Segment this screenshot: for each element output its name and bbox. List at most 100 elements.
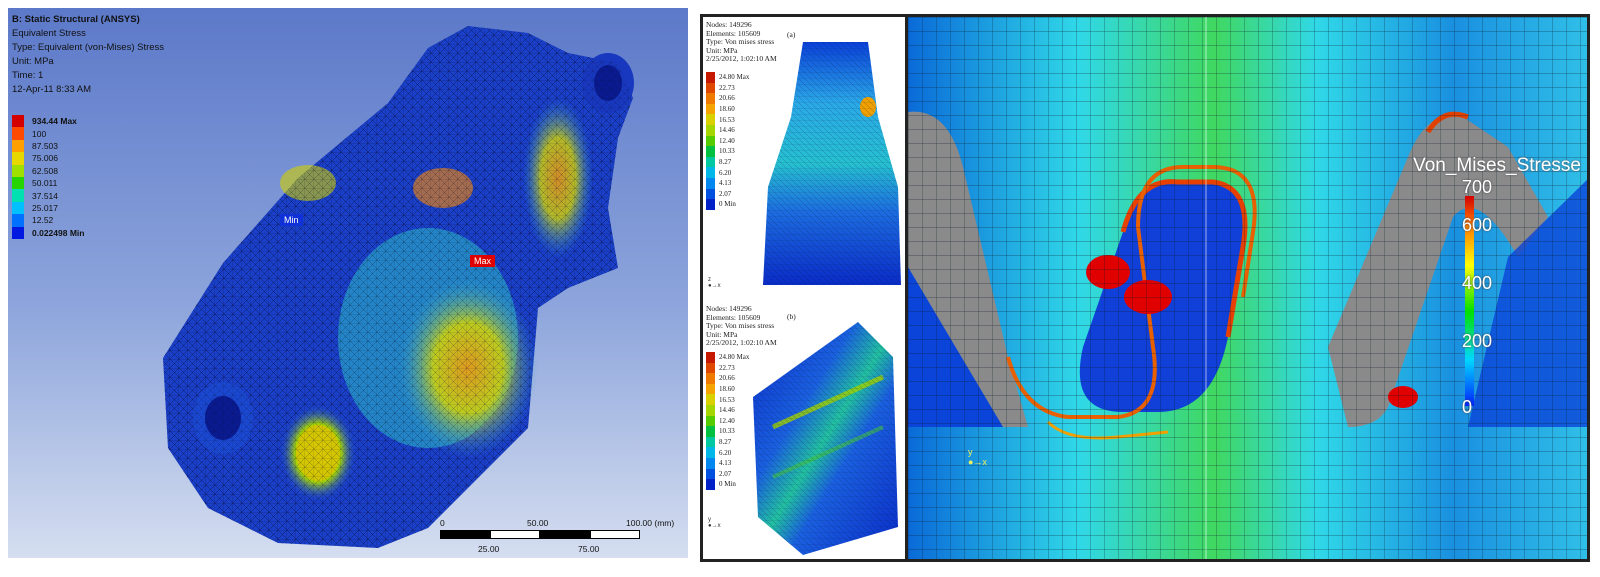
gear-legend-swatch: [706, 404, 715, 416]
gear-legend-label: 20.66: [719, 94, 735, 103]
legend-entry: 37.514: [12, 189, 84, 202]
gear-legend-swatch: [706, 426, 715, 437]
gear-legend-entry: 2.07: [706, 188, 749, 200]
max-probe-tag: Max: [470, 255, 496, 267]
result-unit: Unit: MPa: [12, 56, 54, 67]
gear-legend-swatch: [706, 436, 715, 448]
legend-swatch: [12, 189, 24, 202]
legend-label: 75.006: [32, 153, 58, 164]
legend-entry: 25.017: [12, 201, 84, 215]
legend-swatch: [12, 164, 24, 177]
gear-legend-label: 18.60: [719, 105, 735, 114]
gear-tooth-a-render: [763, 42, 901, 285]
legend-label: 12.52: [32, 215, 54, 226]
gear-legend-label: 10.33: [719, 427, 735, 436]
gear-legend-label: 18.60: [719, 385, 735, 394]
gear-legend-label: 22.73: [719, 83, 735, 92]
gear-legend-label: 20.66: [719, 374, 735, 383]
gear-legend-label: 6.20: [719, 448, 732, 457]
legend-entry: 75.006: [12, 152, 84, 165]
gear-legend-swatch: [706, 468, 715, 480]
gear-legend-entry: 18.60: [706, 103, 749, 115]
gear-legend-entry: 8.27: [706, 156, 749, 168]
gear-legend-entry: 22.73: [706, 82, 749, 94]
gear-legend-label: 14.46: [719, 126, 735, 135]
min-probe-tag: Min: [280, 214, 303, 226]
gear-legend-entry: 0 Min: [706, 199, 749, 210]
legend-entry: 62.508: [12, 164, 84, 177]
gear-legend-swatch: [706, 156, 715, 168]
gear-legend-entry: 16.53: [706, 114, 749, 125]
gear-legend-entry: 6.20: [706, 167, 749, 178]
gear-legend-label: 12.40: [719, 416, 735, 425]
analysis-title: B: Static Structural (ANSYS): [12, 14, 140, 25]
legend-swatch: [12, 226, 24, 239]
legend-label: 25.017: [32, 202, 58, 213]
legend-entry: 87.503: [12, 139, 84, 153]
legend-swatch: [12, 139, 24, 153]
scale-label-0: 0: [440, 518, 445, 528]
gear-tooth-results: Nodes: 149296 Elements: 105609 Type: Von…: [703, 17, 908, 559]
legend-label: 87.503: [32, 140, 58, 151]
gear-legend-entry: 4.13: [706, 177, 749, 189]
scale-label-25: 25.00: [478, 544, 500, 554]
legend-entry: 100: [12, 127, 84, 140]
legend-entry: 12.52: [12, 214, 84, 227]
axis-triad-c: y ●→x: [968, 447, 987, 467]
legend-label: 934.44 Max: [32, 116, 77, 127]
gear-stress-panel: Nodes: 149296 Elements: 105609 Type: Von…: [700, 14, 1590, 562]
gear-legend-label: 16.53: [719, 115, 735, 124]
gear-legend-swatch: [706, 352, 715, 363]
result-name: Equivalent Stress: [12, 28, 86, 39]
gear-legend-swatch: [706, 124, 715, 136]
gear-legend-label: 12.40: [719, 136, 735, 145]
vm-tick-600: 600: [1462, 215, 1493, 235]
gear-legend-swatch: [706, 383, 715, 395]
gear-legend-label: 0 Min: [719, 200, 736, 209]
gear-legend-label: 16.53: [719, 395, 735, 404]
von-mises-legend-title: Von_Mises_Stresse: [1413, 155, 1581, 176]
scale-label-100: 100.00 (mm): [626, 518, 675, 528]
gear-legend-swatch: [706, 199, 715, 210]
gear-legend-label: 0 Min: [719, 480, 736, 489]
gear-legend-swatch: [706, 177, 715, 189]
gear-legend-label: 2.07: [719, 469, 732, 478]
result-header: B: Static Structural (ANSYS) Equivalent …: [12, 13, 164, 97]
gear-legend-swatch: [706, 93, 715, 104]
gear-legend-label: 22.73: [719, 363, 735, 372]
gear-legend-swatch: [706, 114, 715, 125]
gear-legend-label: 8.27: [719, 438, 732, 447]
ansys-result-panel: B: Static Structural (ANSYS) Equivalent …: [8, 8, 688, 558]
gear-legend-swatch: [706, 167, 715, 178]
axis-triad-b: y ●→x: [708, 517, 721, 529]
stress-legend: 934.44 Max 100 87.503 75.006 62.508 50.011 37.…: [12, 115, 84, 239]
gear-legend-label: 24.80 Max: [719, 73, 750, 82]
result-date: 12-Apr-11 8:33 AM: [12, 84, 92, 95]
gear-legend-swatch: [706, 188, 715, 200]
legend-swatch: [12, 176, 24, 190]
gear-legend-entry: 10.33: [706, 146, 749, 157]
gear-legend-swatch: [706, 135, 715, 147]
legend-swatch: [12, 201, 24, 215]
legend-label: 62.508: [32, 165, 58, 176]
legend-entry: 0.022498 Min: [12, 226, 85, 239]
legend-label: 50.011: [32, 178, 58, 189]
vm-tick-700: 700: [1462, 177, 1493, 197]
legend-entry: 934.44 Max: [12, 115, 84, 128]
result-time: Time: 1: [12, 70, 44, 81]
gear-legend-label: 4.13: [719, 459, 732, 468]
legend-label: 37.514: [32, 190, 58, 201]
gear-legend-swatch: [706, 72, 715, 83]
gear-a-legend: 24.80 Max 22.73 20.66 18.60 16.53 14.46 12.40 1…: [706, 72, 749, 210]
scale-label-75: 75.00: [578, 544, 600, 554]
legend-label: 0.022498 Min: [32, 227, 85, 238]
gear-legend-swatch: [706, 362, 715, 374]
legend-swatch: [12, 115, 24, 128]
gear-legend-label: 14.46: [719, 406, 735, 415]
legend-swatch: [12, 214, 24, 227]
legend-label: 100: [32, 128, 47, 139]
axis-triad-a: z ●→x: [708, 277, 721, 289]
vm-tick-0: 0: [1462, 397, 1473, 417]
vm-tick-400: 400: [1462, 273, 1493, 293]
gear-legend-swatch: [706, 394, 715, 405]
